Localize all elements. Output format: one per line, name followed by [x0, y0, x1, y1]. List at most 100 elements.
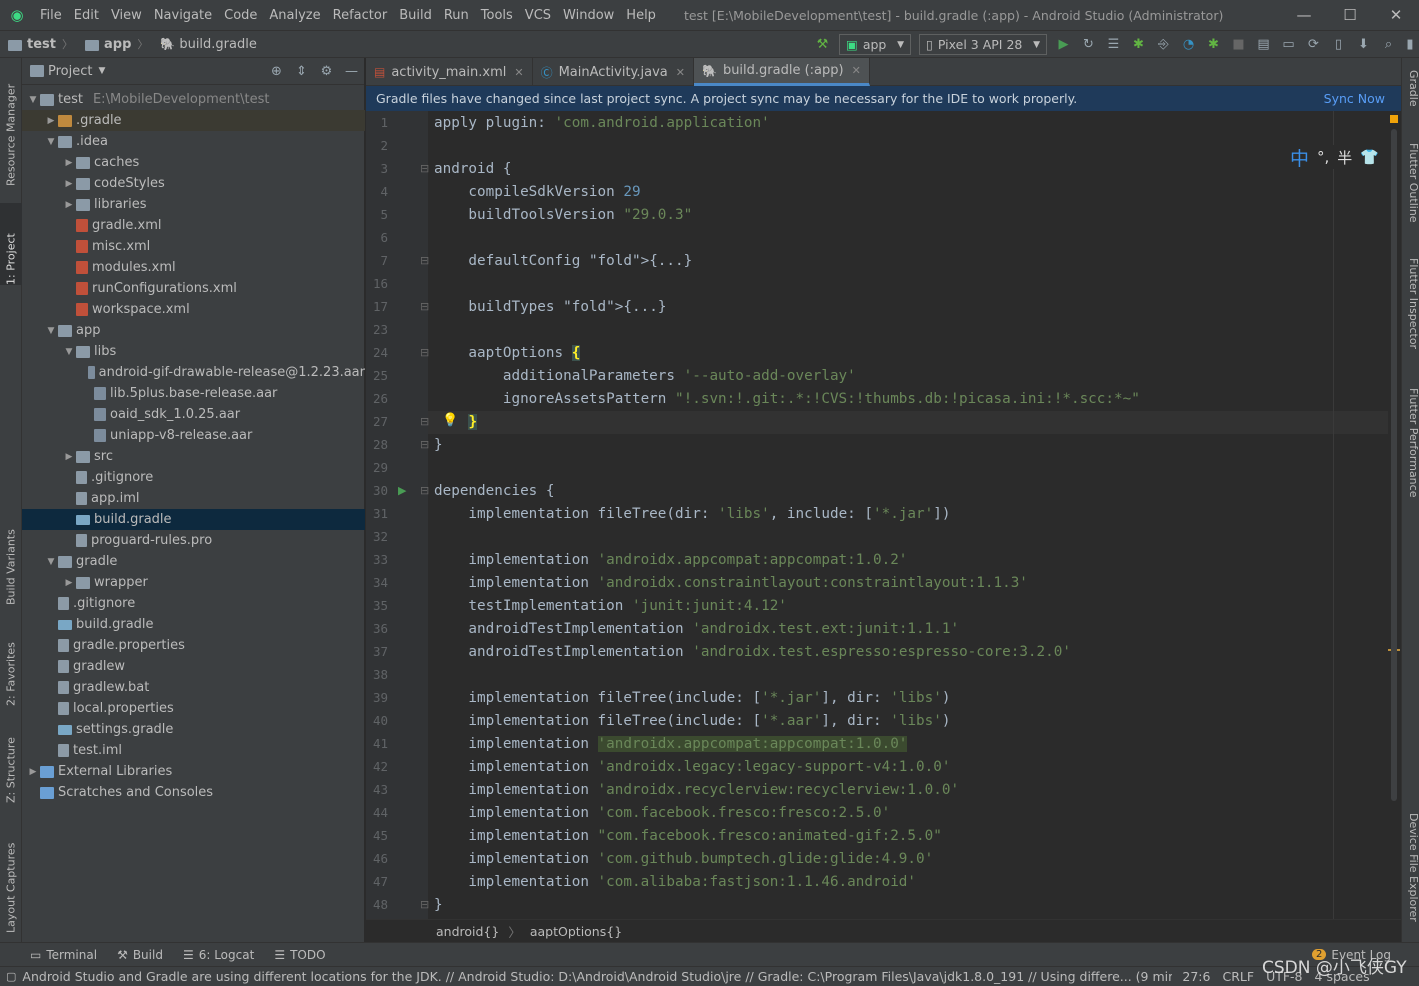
fold-marker-icon[interactable]: ⊟: [420, 415, 429, 428]
menu-analyze[interactable]: Analyze: [263, 8, 326, 23]
crumb-android[interactable]: android{}: [436, 924, 499, 939]
sync-now-link[interactable]: Sync Now: [1324, 91, 1385, 106]
breadcrumb-file[interactable]: 🐘 build.gradle: [152, 37, 260, 52]
chevron-right-icon[interactable]: ▶: [62, 452, 76, 462]
tab-terminal[interactable]: ▭ Terminal: [30, 948, 97, 962]
chevron-down-icon[interactable]: ▼: [44, 326, 58, 336]
tree-item[interactable]: oaid_sdk_1.0.25.aar: [22, 404, 365, 425]
tree-item[interactable]: test.iml: [22, 740, 365, 761]
collapse-all-icon[interactable]: ⇕: [289, 64, 314, 79]
avd-manager-icon[interactable]: ▭: [1276, 37, 1301, 52]
close-tab-icon[interactable]: ✕: [852, 64, 861, 77]
fold-marker-icon[interactable]: ⊟: [420, 484, 429, 497]
tab-layout-captures[interactable]: Layout Captures: [0, 823, 22, 933]
tree-item[interactable]: Scratches and Consoles: [22, 782, 365, 803]
menu-code[interactable]: Code: [218, 8, 263, 23]
code-editor[interactable]: 1 2 3 4 5 6 7 16 17 23 24 25 26 27 28 29 30 31 32 33 34 35 36 3…: [366, 111, 1401, 919]
crumb-aaptoptions[interactable]: aaptOptions{}: [530, 924, 622, 939]
run-gutter-icon[interactable]: ▶: [398, 484, 406, 497]
attach-process-icon[interactable]: ✱: [1201, 37, 1226, 52]
stop-icon[interactable]: ■: [1226, 37, 1251, 52]
editor-tab[interactable]: 🐘 build.gradle (:app) ✕: [693, 58, 870, 86]
sync-gradle-icon[interactable]: ⟳: [1301, 37, 1326, 52]
tree-item[interactable]: ▼ libs: [22, 341, 365, 362]
debug-icon[interactable]: ✱: [1126, 37, 1151, 52]
vertical-scrollbar[interactable]: [1391, 129, 1397, 801]
chevron-down-icon[interactable]: ▼: [44, 557, 58, 567]
tree-item[interactable]: gradlew.bat: [22, 677, 365, 698]
menu-window[interactable]: Window: [557, 8, 620, 23]
hide-icon[interactable]: —: [339, 64, 364, 79]
status-message[interactable]: Android Studio and Gradle are using diff…: [22, 969, 1172, 984]
tab-build[interactable]: ⚒ Build: [117, 948, 163, 962]
tree-item[interactable]: .gitignore: [22, 467, 365, 488]
tree-item[interactable]: ▶ codeStyles: [22, 173, 365, 194]
ime-toolbar[interactable]: 中 °, 半 👕: [1286, 144, 1383, 171]
fold-marker-icon[interactable]: ⊟: [420, 162, 429, 175]
breadcrumb-project[interactable]: test 〉: [0, 36, 77, 52]
menu-navigate[interactable]: Navigate: [148, 8, 218, 23]
tree-item[interactable]: .gitignore: [22, 593, 365, 614]
status-toggle-icon[interactable]: ▢: [6, 970, 16, 983]
fold-marker-icon[interactable]: ⊟: [420, 438, 429, 451]
hammer-build-icon[interactable]: ⚒: [810, 37, 835, 52]
tree-item[interactable]: app.iml: [22, 488, 365, 509]
tree-item[interactable]: ▶ libraries: [22, 194, 365, 215]
tree-item[interactable]: ▶ wrapper: [22, 572, 365, 593]
device-select[interactable]: ▯ Pixel 3 API 28 ▼: [919, 34, 1047, 55]
device-manager-icon[interactable]: ▯: [1326, 37, 1351, 52]
tab-project[interactable]: 1: Project: [0, 203, 22, 285]
tree-item[interactable]: build.gradle: [22, 614, 365, 635]
tab-gradle[interactable]: Gradle: [1402, 70, 1419, 130]
caret-position[interactable]: 27:6: [1182, 969, 1210, 984]
ime-punct-icon[interactable]: °,: [1317, 148, 1329, 166]
menu-refactor[interactable]: Refactor: [327, 8, 394, 23]
layout-inspector-icon[interactable]: ▮: [1401, 37, 1419, 52]
tree-item[interactable]: uniapp-v8-release.aar: [22, 425, 365, 446]
minimize-icon[interactable]: —: [1281, 6, 1327, 24]
chevron-right-icon[interactable]: ▶: [62, 578, 76, 588]
chevron-right-icon[interactable]: ▶: [62, 179, 76, 189]
maximize-icon[interactable]: ☐: [1327, 6, 1373, 24]
menu-run[interactable]: Run: [438, 8, 475, 23]
locate-icon[interactable]: ⊕: [264, 64, 289, 79]
chevron-right-icon[interactable]: ▶: [62, 200, 76, 210]
tree-item[interactable]: ▶ caches: [22, 152, 365, 173]
tab-build-variants[interactable]: Build Variants: [0, 513, 22, 605]
fold-marker-icon[interactable]: ⊟: [420, 346, 429, 359]
tab-favorites[interactable]: 2: Favorites: [0, 628, 22, 706]
tree-item[interactable]: gradle.xml: [22, 215, 365, 236]
chevron-down-icon[interactable]: ▼: [26, 95, 40, 105]
close-tab-icon[interactable]: ✕: [514, 66, 523, 79]
tree-item[interactable]: gradle.properties: [22, 635, 365, 656]
tab-flutter-outline[interactable]: Flutter Outline: [1402, 143, 1419, 243]
menu-vcs[interactable]: VCS: [519, 8, 557, 23]
tree-item[interactable]: ▼ .idea: [22, 131, 365, 152]
ime-skin-icon[interactable]: 👕: [1360, 148, 1379, 166]
tree-item[interactable]: settings.gradle: [22, 719, 365, 740]
tab-flutter-performance[interactable]: Flutter Performance: [1402, 388, 1419, 513]
apply-code-changes-icon[interactable]: ☰: [1101, 37, 1126, 52]
project-view-select[interactable]: Project ▼: [30, 64, 105, 79]
menu-file[interactable]: File: [34, 8, 68, 23]
attach-debugger-icon[interactable]: ⎆: [1151, 37, 1176, 52]
chevron-down-icon[interactable]: ▼: [44, 137, 58, 147]
tree-item[interactable]: ▶ src: [22, 446, 365, 467]
chevron-down-icon[interactable]: ▼: [62, 347, 76, 357]
fold-marker-icon[interactable]: ⊟: [420, 254, 429, 267]
line-separator[interactable]: CRLF: [1222, 969, 1254, 984]
gear-icon[interactable]: ⚙: [314, 64, 339, 79]
chevron-right-icon[interactable]: ▶: [44, 116, 58, 126]
tree-item[interactable]: lib.5plus.base-release.aar: [22, 383, 365, 404]
menu-edit[interactable]: Edit: [68, 8, 105, 23]
ime-chinese-icon[interactable]: 中: [1290, 144, 1309, 171]
tree-item[interactable]: modules.xml: [22, 257, 365, 278]
menu-view[interactable]: View: [105, 8, 148, 23]
run-config-select[interactable]: ▣ app ▼: [839, 34, 911, 55]
tree-item[interactable]: misc.xml: [22, 236, 365, 257]
fold-marker-icon[interactable]: ⊟: [420, 300, 429, 313]
tree-item[interactable]: ▼ gradle: [22, 551, 365, 572]
tree-item[interactable]: proguard-rules.pro: [22, 530, 365, 551]
fold-marker-icon[interactable]: ⊟: [420, 898, 429, 911]
tree-item[interactable]: ▶ .gradle: [22, 110, 365, 131]
